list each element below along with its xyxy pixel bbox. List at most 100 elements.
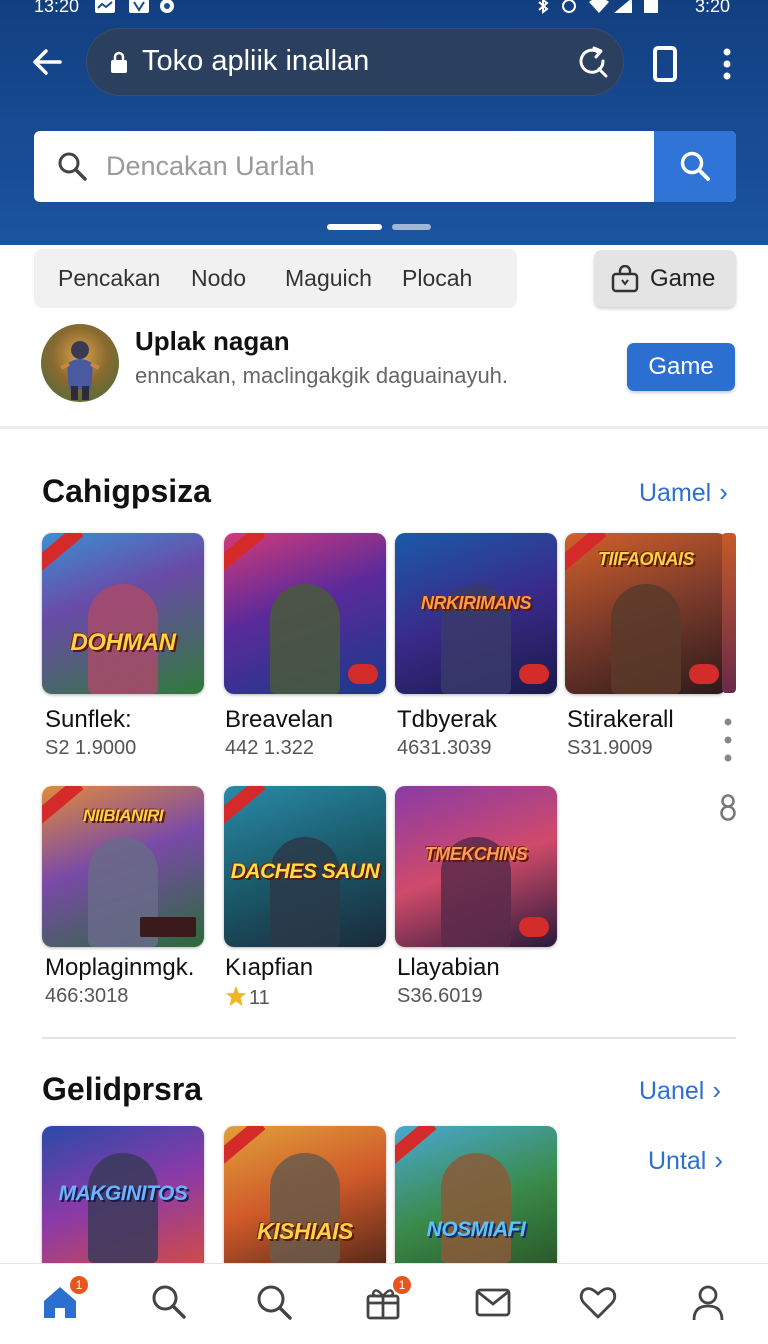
corner-badge <box>224 1126 266 1168</box>
game-logo: TMEKCHINS <box>424 844 528 864</box>
section-title: Cahigpsiza <box>42 473 211 509</box>
brand-logo-icon <box>348 664 378 684</box>
nav-messages[interactable] <box>473 1282 513 1322</box>
tabs-icon[interactable] <box>650 44 682 84</box>
hero-art <box>611 584 681 694</box>
app-meta: 442 1.322 <box>225 737 314 759</box>
app-meta: S2 1.9000 <box>45 737 137 759</box>
bluetooth-icon <box>538 0 549 14</box>
see-more-label: Untal <box>648 1147 707 1175</box>
status-right-time: 3:20 <box>694 0 730 16</box>
app-notification-icon <box>160 0 174 13</box>
game-logo: NIIBIANIRI <box>83 806 164 825</box>
app-tile[interactable]: NRKIRIMANS <box>395 533 557 694</box>
divider <box>0 426 768 429</box>
url-text: Toko apliik inallan <box>142 45 370 77</box>
link-icon[interactable] <box>719 792 737 822</box>
search-input[interactable] <box>106 131 646 202</box>
chevron-right-icon: › <box>719 477 728 507</box>
section-title: Gelidprsra <box>42 1071 203 1107</box>
filter-chip[interactable]: Plocah <box>402 265 472 292</box>
star-icon <box>225 985 247 1007</box>
app-meta: S31.9009 <box>567 737 653 759</box>
app-meta: 466:3018 <box>45 985 129 1007</box>
nav-discover[interactable] <box>254 1282 294 1322</box>
search-bar[interactable] <box>34 131 736 202</box>
alarm-icon <box>562 0 576 13</box>
battery-icon <box>644 0 658 13</box>
hero-art <box>88 1153 158 1263</box>
brand-logo-icon <box>519 664 549 684</box>
overflow-menu-icon[interactable] <box>720 716 736 764</box>
browser-header: 13:20 3:20 Toko apliik inallan <box>0 0 768 245</box>
nav-home[interactable]: 1 <box>40 1276 88 1322</box>
address-bar[interactable]: Toko apliik inallan <box>86 28 624 96</box>
game-logo: MAKGINITOS <box>58 1182 188 1205</box>
app-tile[interactable] <box>224 533 386 694</box>
profile-icon <box>692 1285 724 1321</box>
app-tile[interactable]: MAKGINITOS <box>42 1126 204 1263</box>
app-rating: 11 <box>225 985 270 1010</box>
app-name: Tdbyerak <box>397 706 498 733</box>
app-tile[interactable]: KISHIAIS <box>224 1126 386 1263</box>
chevron-right-icon: › <box>712 1075 721 1105</box>
filter-chip[interactable]: Pencakan <box>58 265 160 292</box>
wifi-icon <box>589 0 609 13</box>
see-more-link[interactable]: Untal › <box>648 1145 723 1176</box>
app-meta: S36.6019 <box>397 985 483 1007</box>
see-more-label: Uamel <box>639 479 712 507</box>
shopping-bag-icon <box>611 265 639 293</box>
game-logo: NOSMIAFI <box>426 1218 526 1241</box>
app-name: Stirakerall <box>567 706 674 733</box>
reload-icon[interactable] <box>574 44 610 80</box>
hero-art <box>270 1153 340 1263</box>
bottom-navigation: 1 1 <box>0 1263 768 1344</box>
divider <box>42 1037 736 1039</box>
corner-badge <box>224 533 266 575</box>
back-arrow-icon[interactable] <box>26 40 70 84</box>
app-tile[interactable]: DACHES SAUN <box>224 786 386 947</box>
app-tile[interactable]: NIIBIANIRI <box>42 786 204 947</box>
app-tile[interactable]: NOSMIAFI <box>395 1126 557 1263</box>
app-tile[interactable]: TMEKCHINS <box>395 786 557 947</box>
corner-badge <box>224 786 266 828</box>
app-name: Breavelan <box>225 706 334 733</box>
status-time: 13:20 <box>34 0 80 16</box>
app-name: Kıapfian <box>225 954 314 981</box>
see-more-label: Uanel <box>639 1077 705 1105</box>
avatar-character-image <box>60 341 100 400</box>
app-tile-partial[interactable] <box>722 533 736 693</box>
game-logo: DACHES SAUN <box>230 860 380 883</box>
vpn-icon <box>129 0 149 13</box>
profile-title: Uplak nagan <box>135 326 290 356</box>
app-name: Moplaginmgk. <box>45 954 195 981</box>
app-tile[interactable]: DOHMAN <box>42 533 204 694</box>
filter-chip[interactable]: Nodo <box>191 265 246 292</box>
see-more-link[interactable]: Uamel › <box>639 477 728 508</box>
brand-logo-icon <box>140 917 196 937</box>
lock-icon <box>111 51 127 73</box>
see-more-link[interactable]: Uanel › <box>639 1075 721 1106</box>
nav-wishlist[interactable] <box>578 1282 618 1322</box>
game-logo: KISHIAIS <box>257 1218 353 1244</box>
filter-chip[interactable]: Maguich <box>285 265 372 292</box>
more-menu-icon[interactable] <box>712 44 742 84</box>
signal-icon <box>614 0 632 13</box>
filter-chip-bar: Pencakan Nodo Maguich Plocah <box>34 249 517 308</box>
notification-icon <box>95 0 115 13</box>
nav-gifts[interactable]: 1 <box>363 1276 411 1322</box>
heart-icon <box>579 1287 617 1319</box>
search-icon <box>58 152 87 181</box>
nav-search[interactable] <box>149 1282 189 1322</box>
nav-profile[interactable] <box>688 1282 728 1322</box>
corner-badge <box>42 533 84 575</box>
game-filter-button[interactable]: Game <box>594 250 736 307</box>
search-button[interactable] <box>654 131 736 202</box>
hero-art <box>270 584 340 694</box>
app-tile[interactable]: TIIFAONAIS <box>565 533 727 694</box>
hero-art <box>270 837 340 947</box>
carousel-indicator-active <box>327 224 382 230</box>
game-logo: NRKIRIMANS <box>421 593 532 613</box>
game-button[interactable]: Game <box>627 343 735 391</box>
avatar[interactable] <box>41 324 119 402</box>
